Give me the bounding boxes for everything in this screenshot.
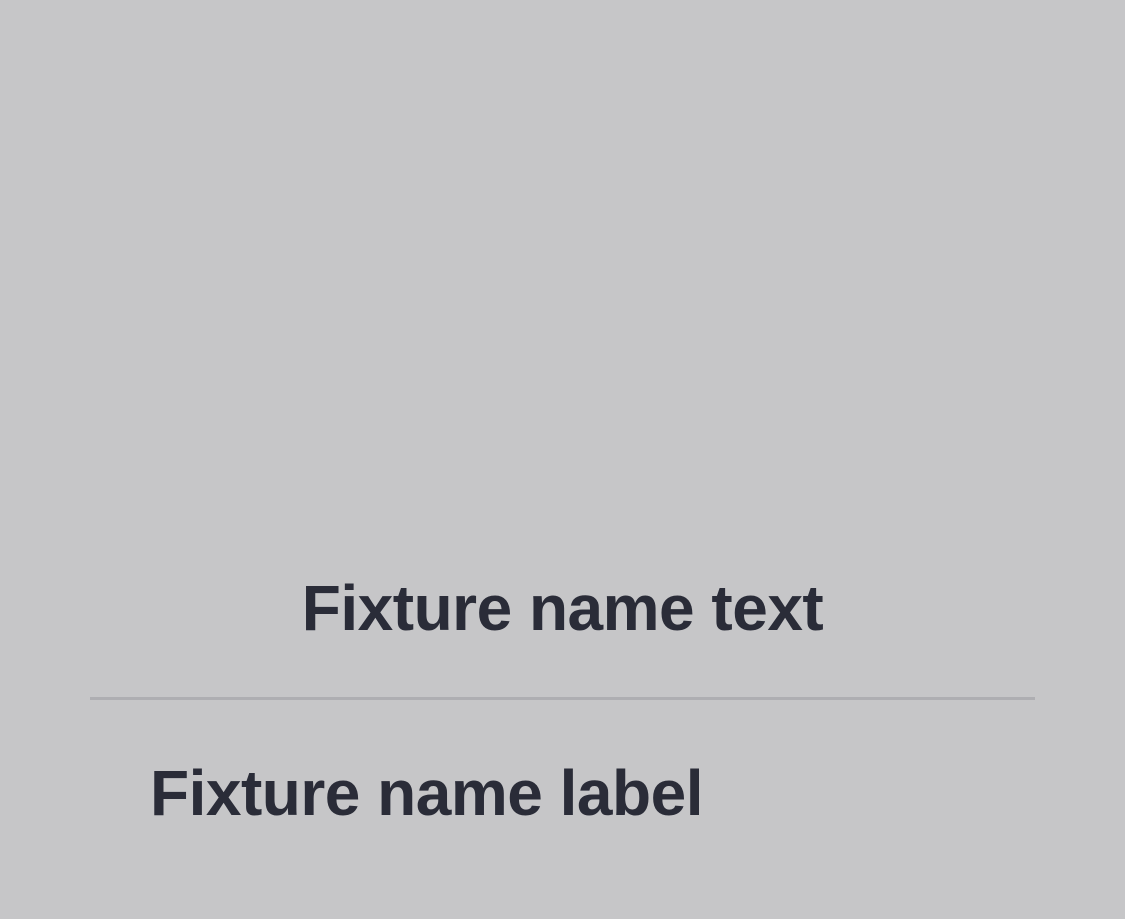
fixture-name-text: Fixture name text [301,572,824,644]
divider [90,697,1035,700]
fixture-name-label: Fixture name label [150,757,703,829]
fixture-screen: Fixture name text Fixture name label [0,0,1125,919]
